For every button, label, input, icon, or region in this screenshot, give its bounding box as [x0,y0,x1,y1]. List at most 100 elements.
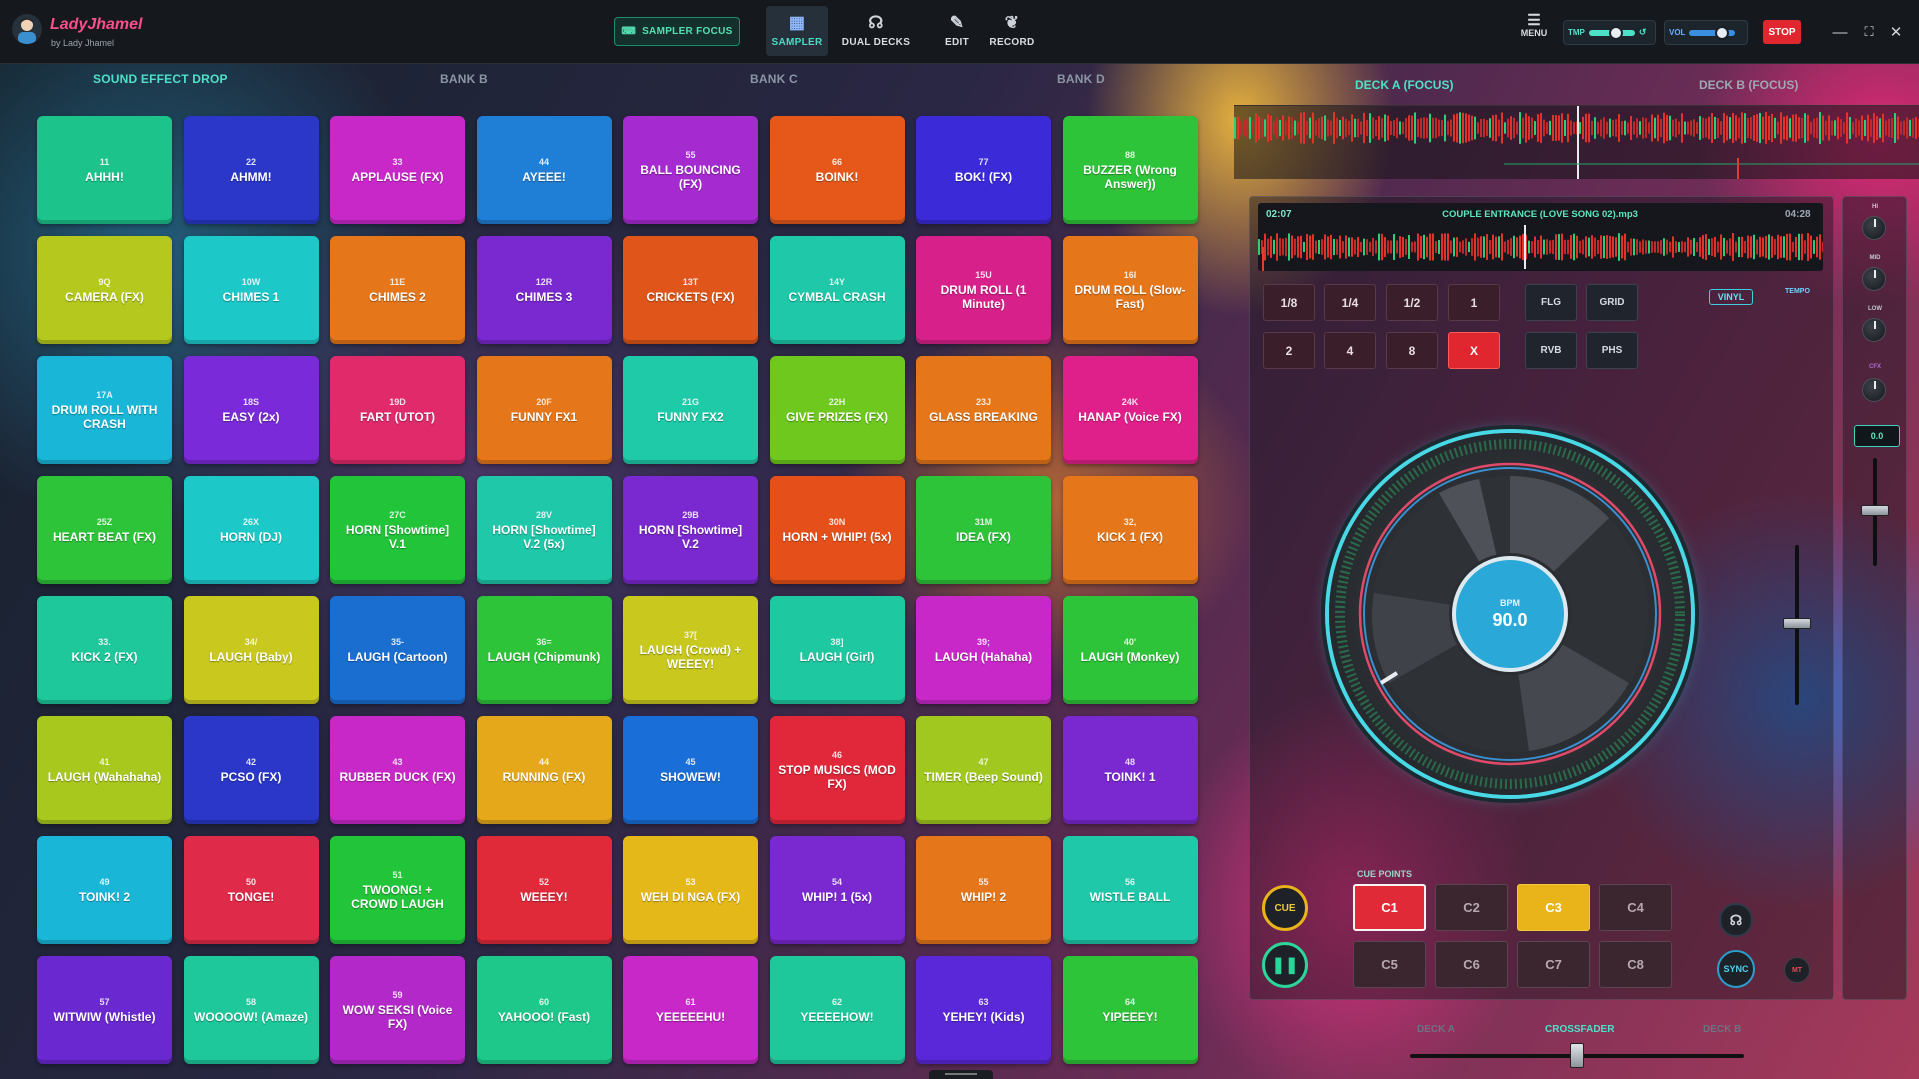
sample-pad[interactable]: 57 WITWIW (Whistle) [37,956,172,1064]
sample-pad[interactable]: 17A DRUM ROLL WITH CRASH [37,356,172,464]
sample-pad[interactable]: 37[LAUGH (Crowd) + WEEEY! [623,596,758,704]
cue-point-1-button[interactable]: C1 [1353,884,1426,931]
sample-pad[interactable]: 14Y CYMBAL CRASH [769,236,905,344]
sample-pad[interactable]: 26X HORN (DJ) [183,476,319,584]
fx-flanger-button[interactable]: FLG [1525,284,1577,321]
fx-phaser-button[interactable]: PHS [1586,332,1638,369]
tab-deck-b[interactable]: DECK B (FOCUS) [1699,78,1798,92]
eq-mid-knob[interactable] [1862,267,1886,291]
tab-deck-a[interactable]: DECK A (FOCUS) [1355,78,1453,92]
loop-1-button[interactable]: 1 [1448,284,1500,321]
sample-pad[interactable]: 36= LAUGH (Chipmunk) [476,596,612,704]
sample-pad[interactable]: 60 YAHOOO! (Fast) [476,956,612,1064]
sample-pad[interactable]: 13T CRICKETS (FX) [623,236,758,344]
fx-reverb-button[interactable]: RVB [1525,332,1577,369]
eq-hi-knob[interactable] [1862,216,1886,240]
sample-pad[interactable]: 40' LAUGH (Monkey) [1062,596,1198,704]
sample-pad[interactable]: 54 WHIP! 1 (5x) [769,836,905,944]
sample-pad[interactable]: 62 YEEEEHOW! [769,956,905,1064]
mute-button[interactable]: MT [1784,957,1810,983]
loop-8-button[interactable]: 8 [1386,332,1438,369]
cue-point-4-button[interactable]: C4 [1599,884,1672,931]
sample-pad[interactable]: 23J GLASS BREAKING [916,356,1051,464]
channel-volume-thumb[interactable] [1861,505,1889,516]
loop-exit-button[interactable]: X [1448,332,1500,369]
cue-point-6-button[interactable]: C6 [1435,941,1508,988]
sample-pad[interactable]: 11E CHIMES 2 [330,236,465,344]
menu-button[interactable]: ☰ MENU [1519,13,1549,38]
sample-pad[interactable]: 20F FUNNY FX1 [476,356,612,464]
sample-pad[interactable]: 49 TOINK! 2 [37,836,172,944]
sample-pad[interactable]: 39; LAUGH (Hahaha) [916,596,1051,704]
sample-pad[interactable]: 22 AHMM! [183,116,319,224]
cue-point-5-button[interactable]: C5 [1353,941,1426,988]
sample-pad[interactable]: 56 WISTLE BALL [1062,836,1198,944]
tab-bank-b[interactable]: BANK B [440,72,488,86]
sample-pad[interactable]: 66 BOINK! [769,116,905,224]
sample-pad[interactable]: 27C HORN [Showtime] V.1 [330,476,465,584]
sampler-focus-button[interactable]: ⌨ SAMPLER FOCUS [614,17,740,46]
nav-record[interactable]: ❦ RECORD [986,6,1038,56]
sample-pad[interactable]: 53 WEH DI NGA (FX) [623,836,758,944]
sample-pad[interactable]: 33 APPLAUSE (FX) [330,116,465,224]
sample-pad[interactable]: 55 WHIP! 2 [916,836,1051,944]
nav-sampler[interactable]: ▦ SAMPLER [766,6,828,56]
sample-pad[interactable]: 50 TONGE! [183,836,319,944]
sample-pad[interactable]: 33. KICK 2 (FX) [37,596,172,704]
vinyl-mode-button[interactable]: VINYL [1709,289,1753,305]
sample-pad[interactable]: 21G FUNNY FX2 [623,356,758,464]
sample-pad[interactable]: 44 AYEEE! [476,116,612,224]
cue-point-7-button[interactable]: C7 [1517,941,1590,988]
loop-1-2-button[interactable]: 1/2 [1386,284,1438,321]
tmp-slider[interactable] [1588,25,1635,40]
eq-cfx-knob[interactable] [1862,378,1886,402]
bottom-drawer-handle[interactable] [929,1070,993,1079]
sample-pad[interactable]: 45 SHOWEW! [623,716,758,824]
sample-pad[interactable]: 47 TIMER (Beep Sound) [916,716,1051,824]
tmp-slider-thumb[interactable] [1609,25,1624,40]
vol-slider[interactable] [1689,25,1736,40]
sample-pad[interactable]: 51 TWOONG! + CROWD LAUGH [330,836,465,944]
minimize-icon[interactable]: — [1828,20,1852,44]
sample-pad[interactable]: 22H GIVE PRIZES (FX) [769,356,905,464]
cue-point-8-button[interactable]: C8 [1599,941,1672,988]
cue-button[interactable]: CUE [1262,885,1308,931]
vol-slider-thumb[interactable] [1714,25,1729,40]
sample-pad[interactable]: 88 BUZZER (Wrong Answer)) [1062,116,1198,224]
sample-pad[interactable]: 18S EASY (2x) [183,356,319,464]
sample-pad[interactable]: 28V HORN [Showtime] V.2 (5x) [476,476,612,584]
sample-pad[interactable]: 58 WOOOOW! (Amaze) [183,956,319,1064]
sample-pad[interactable]: 42 PCSO (FX) [183,716,319,824]
sample-pad[interactable]: 10W CHIMES 1 [183,236,319,344]
sync-button[interactable]: SYNC [1717,950,1755,988]
sample-pad[interactable]: 55 BALL BOUNCING (FX) [623,116,758,224]
tab-sound-effect-drop[interactable]: SOUND EFFECT DROP [93,72,228,86]
sample-pad[interactable]: 30N HORN + WHIP! (5x) [769,476,905,584]
sample-pad[interactable]: 24K HANAP (Voice FX) [1062,356,1198,464]
grid-button[interactable]: GRID [1586,284,1638,321]
loop-1-8-button[interactable]: 1/8 [1263,284,1315,321]
sample-pad[interactable]: 59 WOW SEKSI (Voice FX) [330,956,465,1064]
tab-bank-d[interactable]: BANK D [1057,72,1105,86]
cue-point-3-button[interactable]: C3 [1517,884,1590,931]
sample-pad[interactable]: 61 YEEEEEHU! [623,956,758,1064]
sample-pad[interactable]: 35- LAUGH (Cartoon) [330,596,465,704]
sample-pad[interactable]: 25Z HEART BEAT (FX) [37,476,172,584]
overview-waveform[interactable] [1234,105,1919,179]
tempo-slider-thumb[interactable] [1783,618,1811,629]
headphone-cue-button[interactable]: ☊ [1719,903,1753,937]
sample-pad[interactable]: 15U DRUM ROLL (1 Minute) [916,236,1051,344]
nav-dual-decks[interactable]: ☊ DUAL DECKS [840,6,912,56]
sample-pad[interactable]: 32, KICK 1 (FX) [1062,476,1198,584]
sample-pad[interactable]: 19D FART (UTOT) [330,356,465,464]
reset-icon[interactable]: ↺ [1639,27,1647,38]
pause-button[interactable]: ❚❚ [1262,942,1308,988]
loop-1-4-button[interactable]: 1/4 [1324,284,1376,321]
close-icon[interactable]: ✕ [1884,20,1908,44]
sample-pad[interactable]: 9Q CAMERA (FX) [37,236,172,344]
loop-4-button[interactable]: 4 [1324,332,1376,369]
sample-pad[interactable]: 31M IDEA (FX) [916,476,1051,584]
sample-pad[interactable]: 52 WEEEY! [476,836,612,944]
sample-pad[interactable]: 38] LAUGH (Girl) [769,596,905,704]
eq-low-knob[interactable] [1862,318,1886,342]
